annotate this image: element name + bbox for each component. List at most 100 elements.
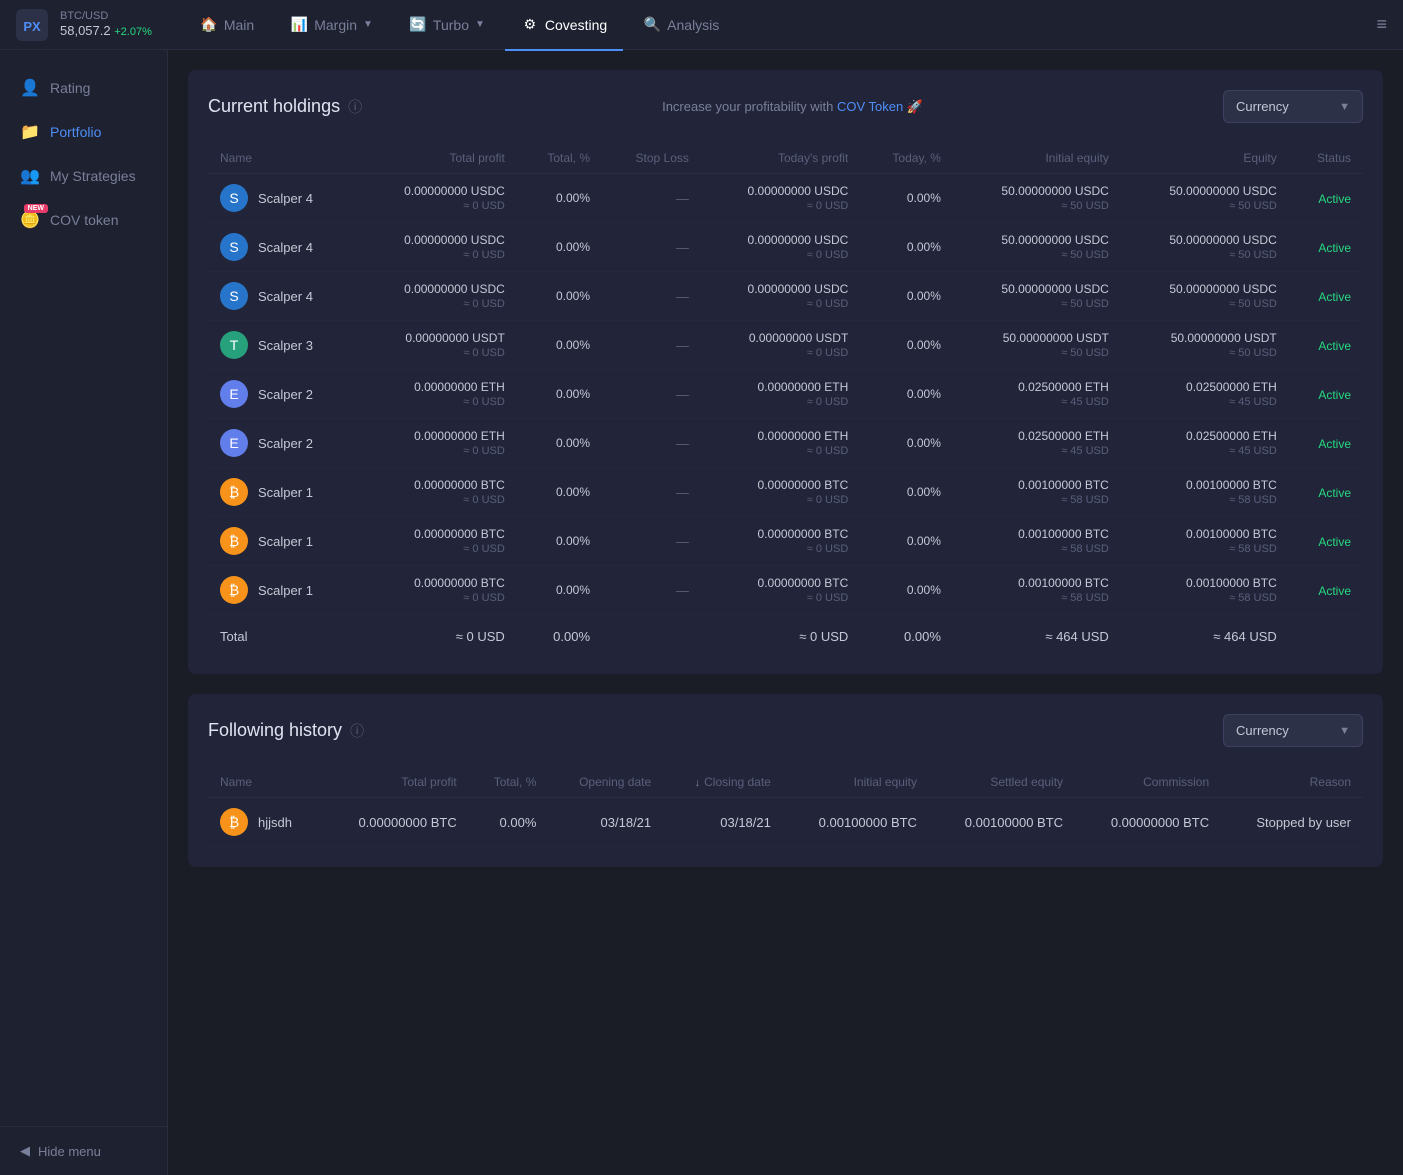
holdings-table-header: Name Total profit Total, % Stop Loss Tod…	[208, 143, 1363, 174]
col-name: Name	[208, 143, 357, 174]
holding-initial-equity: 0.02500000 ETH ≈ 45 USD	[953, 370, 1121, 419]
holding-today-pct: 0.00%	[860, 174, 953, 223]
holding-today-profit: 0.00000000 BTC ≈ 0 USD	[701, 566, 860, 615]
rating-icon: 👤	[20, 78, 40, 98]
turbo-arrow: ▼	[475, 19, 485, 30]
holding-today-profit: 0.00000000 USDC ≈ 0 USD	[701, 174, 860, 223]
total-today-usd: ≈ 0 USD	[701, 615, 860, 655]
sidebar-item-cov-token[interactable]: 🪙 NEW COV token	[0, 198, 167, 242]
hamburger-menu-button[interactable]: ≡	[1376, 14, 1387, 35]
status-badge: Active	[1318, 437, 1351, 451]
fh-col-total-profit: Total profit	[323, 767, 469, 798]
holding-equity: 0.00100000 BTC ≈ 58 USD	[1121, 517, 1289, 566]
svg-text:PX: PX	[23, 19, 41, 34]
holding-total-pct: 0.00%	[517, 566, 602, 615]
holding-strategy-name: Scalper 2	[258, 387, 313, 402]
holding-total-profit: 0.00000000 BTC ≈ 0 USD	[357, 468, 516, 517]
holding-initial-equity: 50.00000000 USDC ≈ 50 USD	[953, 223, 1121, 272]
sidebar-item-rating[interactable]: 👤 Rating	[0, 66, 167, 110]
nav-margin[interactable]: 📊 Margin ▼	[274, 8, 389, 42]
holding-stop-loss: —	[602, 419, 701, 468]
holding-initial-equity: 50.00000000 USDC ≈ 50 USD	[953, 174, 1121, 223]
holding-total-pct: 0.00%	[517, 321, 602, 370]
holding-status: Active	[1289, 272, 1363, 321]
following-history-title: Following history ⓘ	[208, 720, 364, 741]
holding-stop-loss: —	[602, 174, 701, 223]
fh-col-reason: Reason	[1221, 767, 1363, 798]
holding-today-profit: 0.00000000 BTC ≈ 0 USD	[701, 517, 860, 566]
cov-icon: 🪙 NEW	[20, 210, 40, 230]
history-table-header: Name Total profit Total, % Opening date …	[208, 767, 1363, 798]
coin-icon-eth: E	[220, 380, 248, 408]
fh-col-opening-date: Opening date	[548, 767, 663, 798]
table-row: ₿ Scalper 1 0.00000000 BTC ≈ 0 USD 0.00%…	[208, 468, 1363, 517]
holding-initial-equity: 0.02500000 ETH ≈ 45 USD	[953, 419, 1121, 468]
status-badge: Active	[1318, 486, 1351, 500]
total-initial-equity: ≈ 464 USD	[953, 615, 1121, 655]
main-nav: 🏠 Main 📊 Margin ▼ 🔄 Turbo ▼ ⚙ Covesting …	[184, 8, 1377, 42]
holding-strategy-name: Scalper 1	[258, 534, 313, 549]
holding-status: Active	[1289, 223, 1363, 272]
portfolio-icon: 📁	[20, 122, 40, 142]
holding-today-pct: 0.00%	[860, 370, 953, 419]
holding-equity: 50.00000000 USDC ≈ 50 USD	[1121, 174, 1289, 223]
nav-analysis[interactable]: 🔍 Analysis	[627, 8, 735, 42]
holding-equity: 0.00100000 BTC ≈ 58 USD	[1121, 566, 1289, 615]
closing-date-sort-icon: ↓	[695, 777, 701, 789]
current-price: 58,057.2	[60, 23, 111, 38]
holding-name-cell: S Scalper 4	[208, 272, 357, 321]
chevron-left-icon: ◀	[20, 1143, 30, 1159]
holding-name-cell: T Scalper 3	[208, 321, 357, 370]
holding-total-profit: 0.00000000 BTC ≈ 0 USD	[357, 517, 516, 566]
sidebar-item-my-strategies[interactable]: 👥 My Strategies	[0, 154, 167, 198]
history-closing-date: 03/18/21	[663, 798, 783, 847]
holding-equity: 0.02500000 ETH ≈ 45 USD	[1121, 419, 1289, 468]
holding-status: Active	[1289, 468, 1363, 517]
holding-total-profit: 0.00000000 ETH ≈ 0 USD	[357, 419, 516, 468]
cov-token-link[interactable]: COV Token 🚀	[837, 99, 923, 114]
holding-strategy-name: Scalper 2	[258, 436, 313, 451]
coin-icon-btc: ₿	[220, 478, 248, 506]
nav-main[interactable]: 🏠 Main	[184, 8, 270, 42]
holding-stop-loss: —	[602, 223, 701, 272]
holding-name-cell: ₿ Scalper 1	[208, 468, 357, 517]
following-history-header: Following history ⓘ Currency ▼	[208, 714, 1363, 747]
total-label: Total	[208, 615, 357, 655]
holding-initial-equity: 0.00100000 BTC ≈ 58 USD	[953, 517, 1121, 566]
history-initial-equity: 0.00100000 BTC	[783, 798, 929, 847]
holdings-info-icon: ⓘ	[348, 97, 362, 117]
nav-covesting[interactable]: ⚙ Covesting	[505, 8, 623, 42]
total-today-pct: 0.00%	[860, 615, 953, 655]
history-currency-select[interactable]: Currency ▼	[1223, 714, 1363, 747]
current-holdings-title: Current holdings ⓘ	[208, 96, 362, 117]
holdings-table: Name Total profit Total, % Stop Loss Tod…	[208, 143, 1363, 654]
holding-total-pct: 0.00%	[517, 517, 602, 566]
nav-turbo[interactable]: 🔄 Turbo ▼	[393, 8, 501, 42]
holding-today-pct: 0.00%	[860, 468, 953, 517]
holdings-currency-select[interactable]: Currency ▼	[1223, 90, 1363, 123]
hide-menu-button[interactable]: ◀ Hide menu	[0, 1126, 167, 1175]
holding-stop-loss: —	[602, 566, 701, 615]
fh-col-closing-date: ↓Closing date	[663, 767, 783, 798]
holdings-promo: Increase your profitability with COV Tok…	[362, 99, 1223, 115]
holding-today-pct: 0.00%	[860, 223, 953, 272]
fh-col-name: Name	[208, 767, 323, 798]
holding-total-pct: 0.00%	[517, 174, 602, 223]
coin-icon-usdc: S	[220, 233, 248, 261]
holding-today-profit: 0.00000000 USDC ≈ 0 USD	[701, 272, 860, 321]
col-stop-loss: Stop Loss	[602, 143, 701, 174]
holding-equity: 0.02500000 ETH ≈ 45 USD	[1121, 370, 1289, 419]
holding-status: Active	[1289, 419, 1363, 468]
holding-today-profit: 0.00000000 USDT ≈ 0 USD	[701, 321, 860, 370]
col-initial-equity: Initial equity	[953, 143, 1121, 174]
holding-name-cell: E Scalper 2	[208, 370, 357, 419]
history-table: Name Total profit Total, % Opening date …	[208, 767, 1363, 847]
sidebar: 👤 Rating 📁 Portfolio 👥 My Strategies 🪙 N…	[0, 50, 168, 1175]
sidebar-item-portfolio[interactable]: 📁 Portfolio	[0, 110, 167, 154]
table-row: E Scalper 2 0.00000000 ETH ≈ 0 USD 0.00%…	[208, 419, 1363, 468]
strategies-icon: 👥	[20, 166, 40, 186]
history-total-profit: 0.00000000 BTC	[323, 798, 469, 847]
margin-arrow: ▼	[363, 19, 373, 30]
holdings-total-row: Total ≈ 0 USD 0.00% ≈ 0 USD 0.00% ≈ 464 …	[208, 615, 1363, 655]
holding-stop-loss: —	[602, 370, 701, 419]
